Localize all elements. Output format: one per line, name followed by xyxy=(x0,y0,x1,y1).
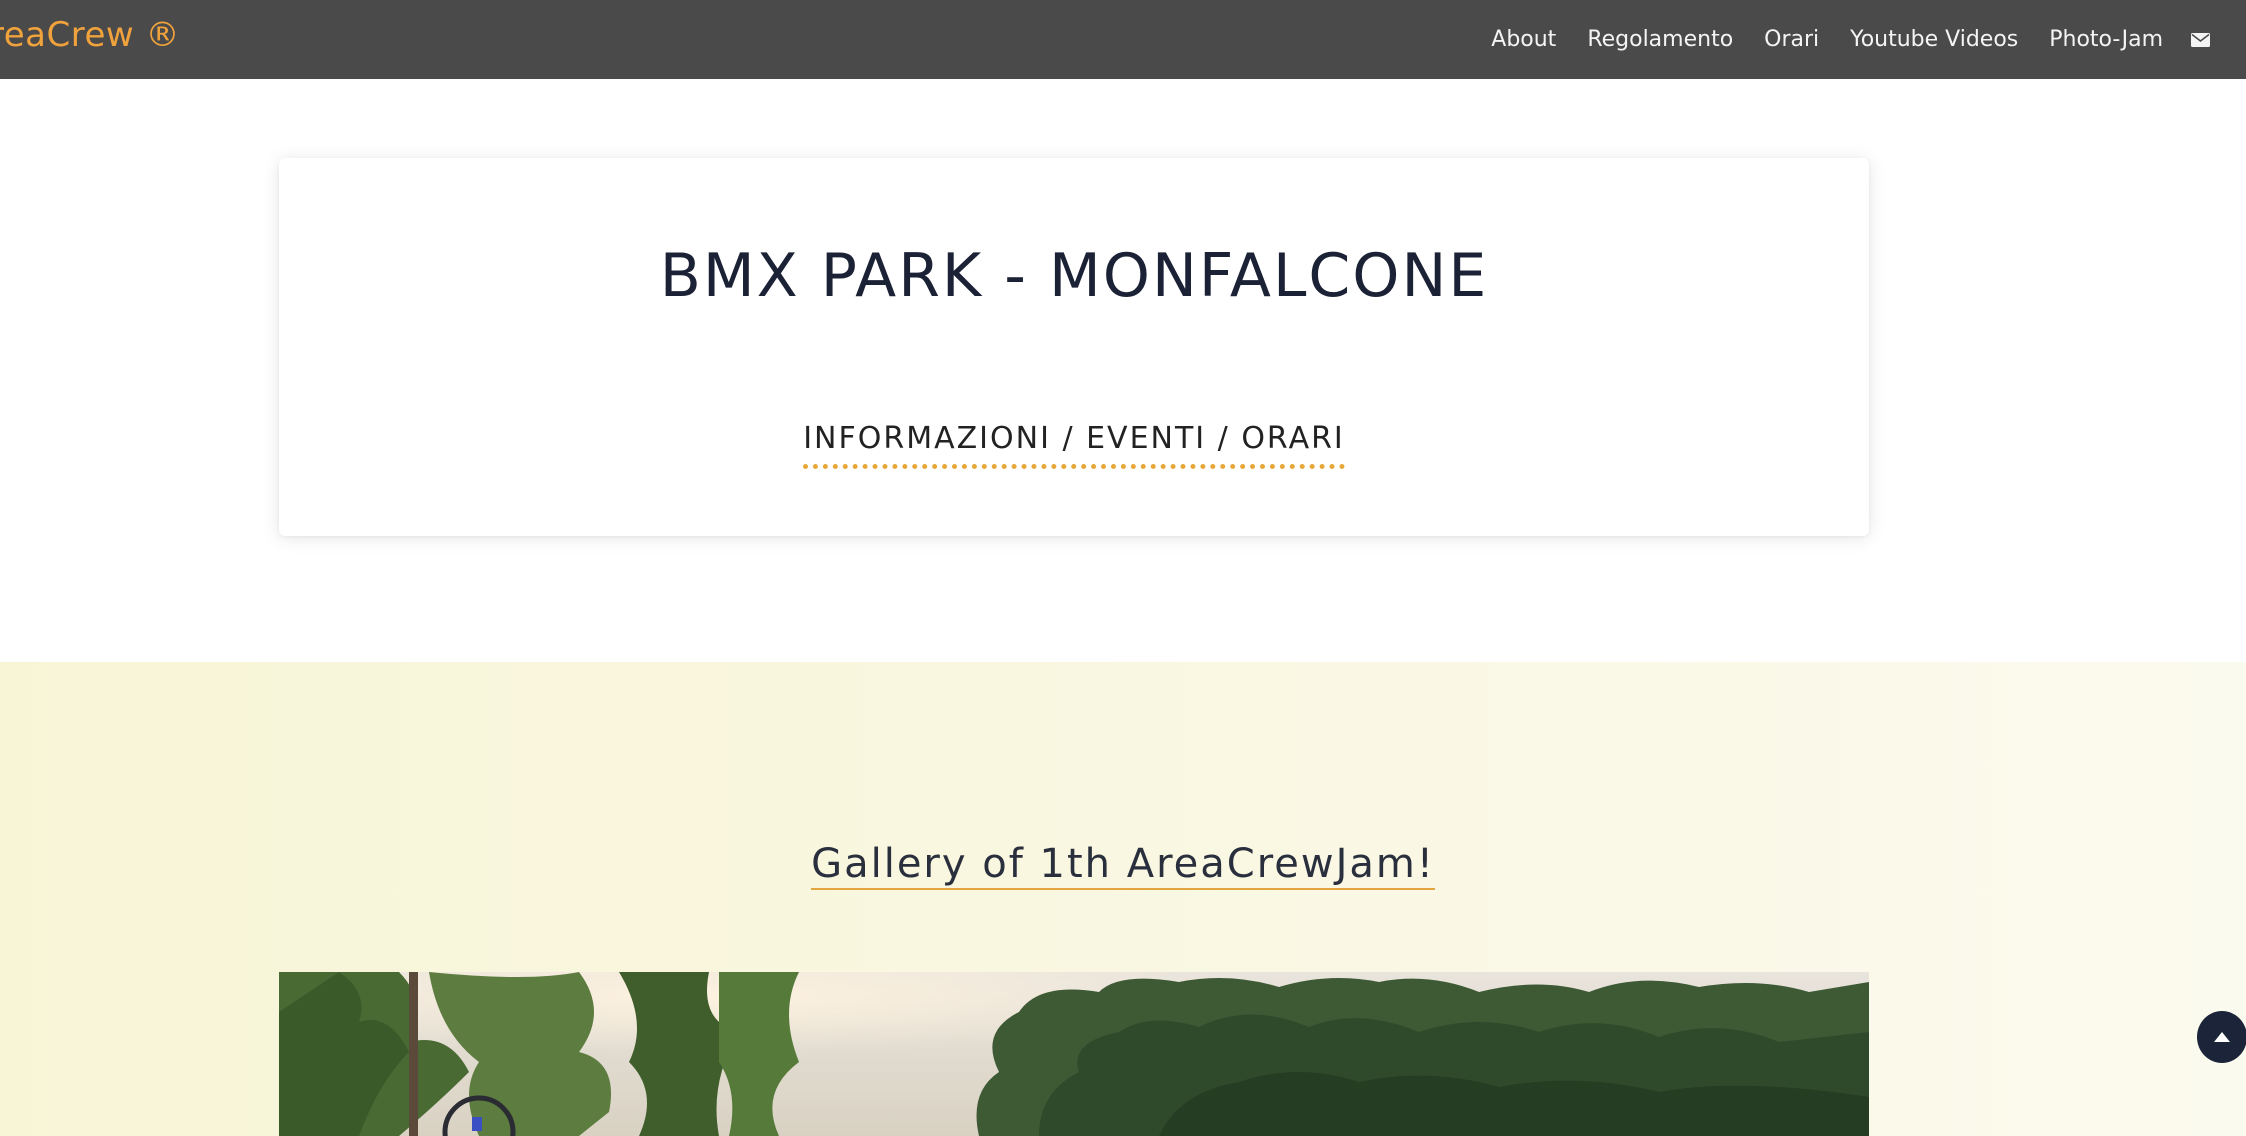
nav-menu: About Regolamento Orari Youtube Videos P… xyxy=(1460,0,2210,79)
gallery-heading: Gallery of 1th AreaCrewJam! xyxy=(811,840,1435,890)
gallery-photo[interactable] xyxy=(279,972,1869,1136)
nav-link-about[interactable]: About xyxy=(1491,27,1556,52)
top-navbar: reaCrew ® About Regolamento Orari Youtub… xyxy=(0,0,2246,79)
nav-link-photo-jam[interactable]: Photo-Jam xyxy=(2049,27,2163,52)
brand-logo-link[interactable]: reaCrew ® xyxy=(0,12,180,58)
nav-link-youtube-videos[interactable]: Youtube Videos xyxy=(1850,27,2018,52)
nav-link-regolamento[interactable]: Regolamento xyxy=(1587,27,1733,52)
scroll-to-top-button[interactable] xyxy=(2197,1011,2246,1063)
envelope-icon[interactable] xyxy=(2191,32,2210,47)
header-card: BMX PARK - MONFALCONE INFORMAZIONI / EVE… xyxy=(279,158,1869,536)
page-title: BMX PARK - MONFALCONE xyxy=(659,241,1489,311)
gallery-heading-wrapper: Gallery of 1th AreaCrewJam! xyxy=(0,840,2246,890)
arrow-up-icon xyxy=(2214,1032,2230,1042)
envelope-icon-glyph xyxy=(2191,32,2210,47)
page-subtitle: INFORMAZIONI / EVENTI / ORARI xyxy=(803,420,1345,469)
gallery-section: Gallery of 1th AreaCrewJam! xyxy=(0,662,2246,1136)
subtitle-wrapper: INFORMAZIONI / EVENTI / ORARI xyxy=(279,420,1869,469)
gallery-photo-image xyxy=(279,972,1869,1136)
nav-link-orari[interactable]: Orari xyxy=(1764,27,1819,52)
